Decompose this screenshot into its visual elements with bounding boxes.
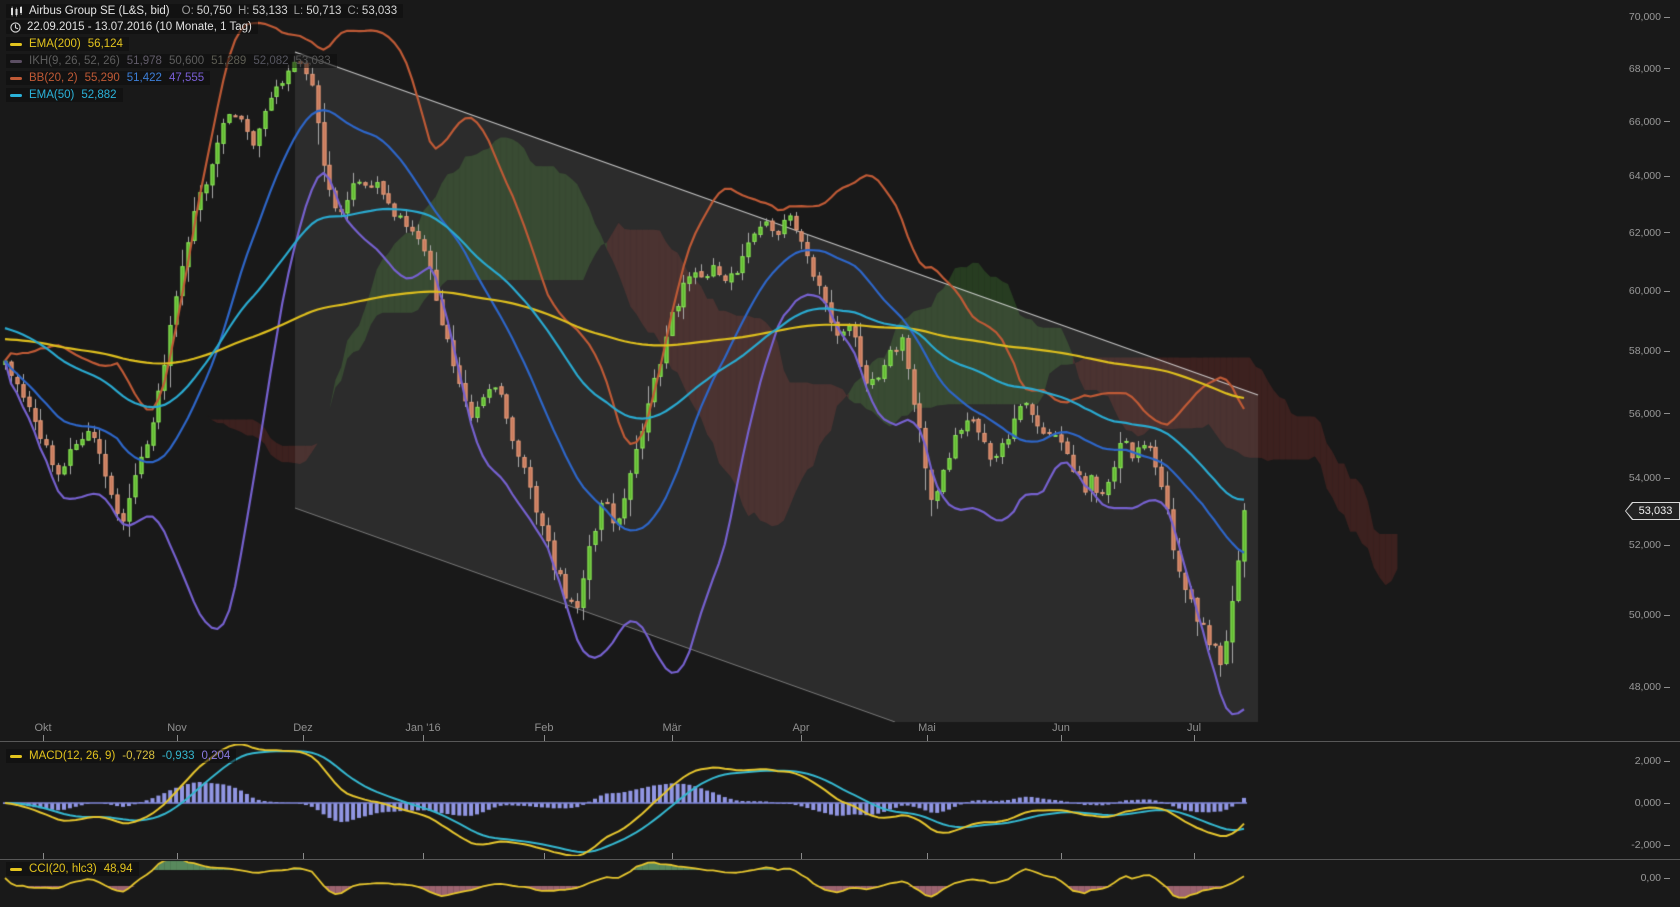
label-part: IKH(9, 26, 52, 26)	[29, 55, 120, 67]
label-part: 52,882	[81, 89, 116, 101]
label-part: H:	[238, 5, 250, 17]
indicator-legend: EMA(200) 56,124 IKH(9, 26, 52, 26) 51,978 50…	[6, 37, 337, 102]
x-axis-month-label: Jul	[1187, 722, 1201, 734]
label-part: O:	[182, 5, 194, 17]
trading-chart-app: Airbus Group SE (L&S, bid) O:50,750H:53,…	[0, 0, 1680, 907]
label-part: 0,204	[202, 750, 231, 762]
legend-ema50[interactable]: EMA(50) 52,882	[6, 88, 123, 102]
x-axis-month-label: Dez	[293, 722, 313, 734]
ohlc-values: O:50,750 H:53,133 L:50,713 C:53,033	[176, 5, 397, 17]
legend-color-dash-icon	[10, 755, 22, 758]
price-tick-label: 70,000	[1629, 11, 1670, 23]
panel-divider[interactable]	[0, 741, 1680, 742]
x-axis-month-label: Okt	[34, 722, 51, 734]
price-tick-label: 52,000	[1629, 539, 1670, 551]
legend-color-dash-icon	[10, 60, 22, 63]
macd-tick-label: -2,000	[1631, 839, 1670, 851]
legend-color-dash-icon	[10, 43, 22, 46]
price-chart-canvas[interactable]	[0, 0, 1680, 907]
x-axis-month-label: Apr	[792, 722, 809, 734]
label-part: 53,033	[296, 55, 331, 67]
date-range-label: 22.09.2015 - 13.07.2016 (10 Monate, 1 Ta…	[27, 21, 252, 33]
legend-ikh[interactable]: IKH(9, 26, 52, 26) 51,978 50,600 51,289 52,0…	[6, 54, 337, 68]
label-part: 50,750	[197, 5, 232, 17]
cci-legend[interactable]: CCI(20, hlc3) 48,94	[6, 862, 139, 876]
macd-legend[interactable]: MACD(12, 26, 9) -0,728 -0,933 0,204	[6, 749, 236, 763]
label-part: 50,600	[169, 55, 204, 67]
legend-color-dash-icon	[10, 77, 22, 80]
macd-tick-label: 2,000	[1635, 755, 1670, 767]
label-part: EMA(50)	[29, 89, 74, 101]
candlestick-chart-icon	[10, 6, 23, 17]
price-tick-label: 68,000	[1629, 63, 1670, 75]
price-tick-label: 62,000	[1629, 227, 1670, 239]
x-axis-month-label: Nov	[167, 722, 187, 734]
label-part: 52,082	[253, 55, 288, 67]
label-part: L:	[294, 5, 304, 17]
x-axis-month-label: Feb	[535, 722, 554, 734]
label-part: 51,289	[211, 55, 246, 67]
date-range-row[interactable]: 22.09.2015 - 13.07.2016 (10 Monate, 1 Ta…	[6, 20, 258, 34]
price-tick-label: 58,000	[1629, 345, 1670, 357]
label-part: 53,133	[252, 5, 287, 17]
instrument-title: Airbus Group SE (L&S, bid)	[29, 5, 170, 17]
cci-tick-label: 0,00	[1641, 872, 1670, 884]
legend-color-dash-icon	[10, 94, 22, 97]
price-tick-label: 64,000	[1629, 170, 1670, 182]
label-part: 51,422	[127, 72, 162, 84]
legend-bb[interactable]: BB(20, 2) 55,290 51,422 47,555	[6, 71, 210, 85]
macd-tick-label: 0,000	[1635, 797, 1670, 809]
price-tick-label: 66,000	[1629, 116, 1670, 128]
label-part: 47,555	[169, 72, 204, 84]
price-tick-label: 56,000	[1629, 408, 1670, 420]
last-price-tag: 53,033	[1625, 502, 1680, 520]
legend-ema200[interactable]: EMA(200) 56,124	[6, 37, 129, 51]
x-axis-month-label: Mär	[663, 722, 682, 734]
label-part: -0,728	[122, 750, 155, 762]
panel-divider[interactable]	[0, 859, 1680, 860]
last-price-label: 53,033	[1639, 505, 1673, 517]
instrument-header[interactable]: Airbus Group SE (L&S, bid) O:50,750H:53,…	[6, 4, 403, 18]
label-part: CCI(20, hlc3)	[29, 863, 97, 875]
price-tick-label: 60,000	[1629, 285, 1670, 297]
x-axis-month-label: Mai	[918, 722, 936, 734]
x-axis-month-label: Jun	[1052, 722, 1070, 734]
label-part: -0,933	[162, 750, 195, 762]
label-part: 55,290	[85, 72, 120, 84]
label-part: 53,033	[362, 5, 397, 17]
price-tick-label: 54,000	[1629, 472, 1670, 484]
label-part: BB(20, 2)	[29, 72, 78, 84]
clock-icon	[10, 22, 21, 33]
label-part: 51,978	[127, 55, 162, 67]
label-part: 48,94	[104, 863, 133, 875]
label-part: EMA(200)	[29, 38, 81, 50]
legend-color-dash-icon	[10, 868, 22, 871]
price-tick-label: 48,000	[1629, 681, 1670, 693]
label-part: 50,713	[306, 5, 341, 17]
x-axis-month-label: Jan '16	[405, 722, 440, 734]
label-part: MACD(12, 26, 9)	[29, 750, 115, 762]
label-part: 56,124	[88, 38, 123, 50]
price-tick-label: 50,000	[1629, 609, 1670, 621]
label-part: C:	[347, 5, 359, 17]
